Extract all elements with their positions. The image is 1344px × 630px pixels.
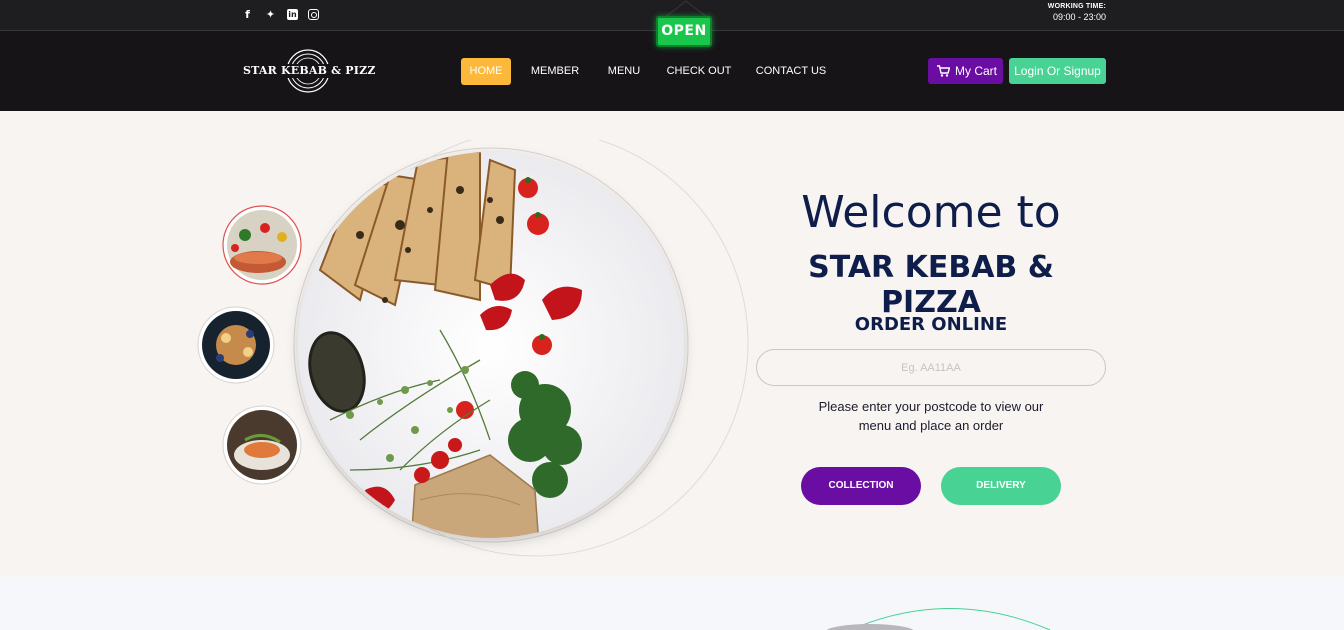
linkedin-icon[interactable]: in bbox=[287, 9, 298, 20]
instagram-icon[interactable] bbox=[308, 9, 319, 20]
next-section-decor bbox=[826, 608, 1051, 630]
working-hours: 09:00 - 23:00 bbox=[1052, 12, 1106, 22]
postcode-input[interactable] bbox=[756, 349, 1106, 386]
twitter-icon[interactable]: ✦ bbox=[264, 8, 277, 21]
working-time-label: WORKING TIME: bbox=[1047, 3, 1106, 10]
nav-member[interactable]: MEMBER bbox=[528, 58, 582, 85]
cart-label: My Cart bbox=[955, 64, 997, 78]
logo-text: STAR KEBAB & PIZZ bbox=[243, 64, 376, 77]
nav-contact-us[interactable]: CONTACT US bbox=[754, 58, 828, 85]
cart-icon bbox=[937, 65, 950, 77]
brand-heading: STAR KEBAB & PIZZA bbox=[808, 250, 1054, 320]
my-cart-button[interactable]: My Cart bbox=[928, 58, 1003, 84]
logo[interactable]: STAR KEBAB & PIZZ bbox=[243, 48, 375, 96]
order-online-title: ORDER ONLINE bbox=[854, 314, 1008, 335]
facebook-icon[interactable]: f bbox=[241, 8, 254, 21]
delivery-button[interactable]: DELIVERY bbox=[941, 467, 1061, 505]
welcome-heading: Welcome to bbox=[801, 187, 1061, 238]
food-illustration bbox=[197, 140, 749, 557]
social-links: f ✦ in bbox=[241, 8, 319, 21]
nav-home[interactable]: HOME bbox=[461, 58, 511, 85]
next-section bbox=[0, 577, 1344, 630]
working-time: WORKING TIME: 09:00 - 23:00 bbox=[1048, 3, 1106, 22]
nav-menu[interactable]: MENU bbox=[602, 58, 646, 85]
open-sign: OPEN bbox=[656, 16, 712, 47]
collection-button[interactable]: COLLECTION bbox=[801, 467, 921, 505]
postcode-hint: Please enter your postcode to view our m… bbox=[818, 399, 1044, 433]
nav-check-out[interactable]: CHECK OUT bbox=[666, 58, 732, 85]
login-signup-button[interactable]: Login Or Signup bbox=[1009, 58, 1106, 84]
